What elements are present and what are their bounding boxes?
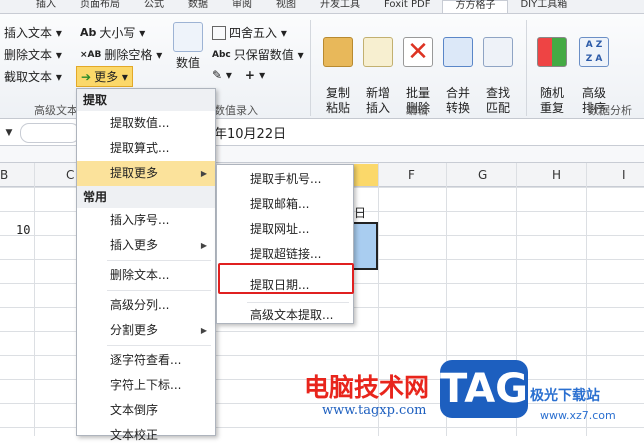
random-repeat-button[interactable]: 随机 重复 bbox=[532, 22, 572, 116]
watermark-tag-logo: TAG bbox=[440, 360, 528, 418]
watermark-partner-url: www.xz7.com bbox=[540, 409, 616, 422]
group-label-analysis: 数据分析 bbox=[588, 104, 632, 117]
clipboard-icon bbox=[323, 37, 353, 67]
merge-icon bbox=[443, 37, 473, 67]
delete-space-button[interactable]: ×AB 删除空格 ▾ bbox=[80, 46, 162, 63]
pen-plus-tools[interactable]: ✎ ▾ + ▾ bbox=[212, 68, 265, 82]
cell-partial-header[interactable]: 日 bbox=[354, 204, 366, 221]
submenu-item-email[interactable]: 提取邮箱... bbox=[217, 192, 353, 217]
magnifier-icon bbox=[483, 37, 513, 67]
tab-page-layout[interactable]: 页面布局 bbox=[68, 0, 132, 13]
new-insert-button[interactable]: 新增 插入 bbox=[358, 22, 398, 116]
abc-icon: Abc bbox=[212, 49, 231, 60]
tab-insert[interactable]: 插入 bbox=[0, 0, 68, 13]
menu-item-insert-serial[interactable]: 插入序号... bbox=[77, 208, 215, 233]
column-header-c[interactable]: C bbox=[66, 168, 74, 182]
tab-foxit-pdf[interactable]: Foxit PDF bbox=[372, 0, 442, 13]
copy-paste-button[interactable]: 复制 粘贴 bbox=[318, 22, 358, 116]
menu-item-reverse-text[interactable]: 文本倒序 bbox=[77, 398, 215, 423]
delete-x-icon: ✕ bbox=[403, 37, 433, 67]
menu-item-delete-text[interactable]: 删除文本... bbox=[77, 263, 215, 288]
group-label-text: 高级文本 bbox=[34, 104, 78, 117]
insert-text-button[interactable]: 插入文本 ▾ bbox=[4, 24, 62, 41]
tab-view[interactable]: 视图 bbox=[264, 0, 308, 13]
ribbon-tabs: 插入 页面布局 公式 数据 审阅 视图 开发工具 Foxit PDF 方方格子 … bbox=[0, 0, 644, 14]
grid-icon bbox=[212, 25, 226, 40]
tab-review[interactable]: 审阅 bbox=[220, 0, 264, 13]
group-label-number: 数值录入 bbox=[214, 104, 258, 117]
group-label-edit: 编辑 bbox=[406, 104, 428, 117]
menu-item-insert-more[interactable]: 插入更多 ▶ bbox=[77, 233, 215, 258]
column-header-h[interactable]: H bbox=[552, 168, 561, 182]
highlight-box bbox=[218, 263, 354, 294]
watermark-partner-name: 极光下载站 bbox=[530, 388, 600, 404]
menu-item-extract-number[interactable]: 提取数值... bbox=[77, 111, 215, 136]
plus-icon: + ▾ bbox=[244, 68, 266, 82]
find-match-button[interactable]: 查找 匹配 bbox=[478, 22, 518, 116]
insert-table-icon bbox=[363, 37, 393, 67]
case-button[interactable]: Ab 大小写 ▾ bbox=[80, 24, 145, 41]
submenu-item-advanced-extract[interactable]: 高级文本提取... bbox=[217, 303, 353, 328]
namebox-dropdown-icon[interactable]: ▼ bbox=[0, 124, 18, 142]
watermark-site-name: 电脑技术网 bbox=[304, 373, 430, 402]
case-icon: Ab bbox=[80, 26, 97, 39]
menu-item-split-more[interactable]: 分割更多 ▶ bbox=[77, 318, 215, 343]
tab-formulas[interactable]: 公式 bbox=[132, 0, 176, 13]
delete-space-icon: ×AB bbox=[80, 49, 102, 60]
more-dropdown-menu: 提取 提取数值... 提取算式... 提取更多 ▶ 常用 插入序号... 插入更多… bbox=[76, 88, 216, 442]
tab-fangfang[interactable]: 方方格子 bbox=[442, 0, 509, 13]
submenu-item-url[interactable]: 提取网址... bbox=[217, 217, 353, 242]
gridline bbox=[34, 163, 35, 436]
menu-divider bbox=[107, 260, 211, 261]
menu-section-extract: 提取 bbox=[77, 89, 215, 111]
merge-convert-button[interactable]: 合并 转换 bbox=[438, 22, 478, 116]
column-header-e-highlight bbox=[354, 164, 378, 186]
scroll-handle[interactable] bbox=[20, 123, 80, 143]
menu-item-extract-more[interactable]: 提取更多 ▶ bbox=[77, 161, 215, 186]
menu-item-superscript[interactable]: 字符上下标... bbox=[77, 373, 215, 398]
more-button[interactable]: ➔ 更多 ▾ bbox=[76, 66, 133, 87]
selected-range[interactable] bbox=[354, 222, 378, 270]
sort-az-icon: A ZZ A bbox=[579, 37, 609, 67]
submenu-arrow-icon: ▶ bbox=[200, 169, 207, 178]
submenu-arrow-icon: ▶ bbox=[200, 241, 207, 250]
delete-text-button[interactable]: 删除文本 ▾ bbox=[4, 46, 62, 63]
watermark-site-url: www.tagxp.com bbox=[322, 403, 427, 418]
menu-section-common: 常用 bbox=[77, 186, 215, 208]
menu-item-char-view[interactable]: 逐字符查看... bbox=[77, 348, 215, 373]
tab-data[interactable]: 数据 bbox=[176, 0, 220, 13]
separator bbox=[310, 20, 311, 116]
cut-text-button[interactable]: 截取文本 ▾ bbox=[4, 68, 62, 85]
submenu-item-phone[interactable]: 提取手机号... bbox=[217, 167, 353, 192]
round-button[interactable]: 四舍五入 ▾ bbox=[212, 24, 287, 41]
column-header-i[interactable]: I bbox=[622, 168, 626, 182]
keep-value-button[interactable]: Abc 只保留数值 ▾ bbox=[212, 46, 304, 63]
cell-value[interactable]: 10 bbox=[16, 223, 30, 237]
menu-item-extract-formula[interactable]: 提取算式... bbox=[77, 136, 215, 161]
tab-developer[interactable]: 开发工具 bbox=[308, 0, 372, 13]
column-header-g[interactable]: G bbox=[478, 168, 487, 182]
value-icon bbox=[173, 22, 203, 52]
column-header-b[interactable]: B bbox=[0, 168, 8, 182]
random-icon bbox=[537, 37, 567, 67]
menu-divider bbox=[107, 345, 211, 346]
menu-divider bbox=[107, 290, 211, 291]
edit-icon: ✎ ▾ bbox=[212, 68, 232, 82]
tab-diy-toolbox[interactable]: DIY工具箱 bbox=[508, 0, 579, 13]
extract-more-submenu: 提取手机号... 提取邮箱... 提取网址... 提取超链接... 提取日期..… bbox=[216, 164, 354, 324]
formula-input[interactable]: 年10月22日 bbox=[214, 123, 286, 142]
separator bbox=[526, 20, 527, 116]
menu-item-advanced-split[interactable]: 高级分列... bbox=[77, 293, 215, 318]
value-button[interactable]: 数值 bbox=[168, 22, 208, 71]
arrow-right-icon: ➔ bbox=[81, 69, 92, 84]
submenu-arrow-icon: ▶ bbox=[200, 326, 207, 335]
column-header-f[interactable]: F bbox=[408, 168, 415, 182]
